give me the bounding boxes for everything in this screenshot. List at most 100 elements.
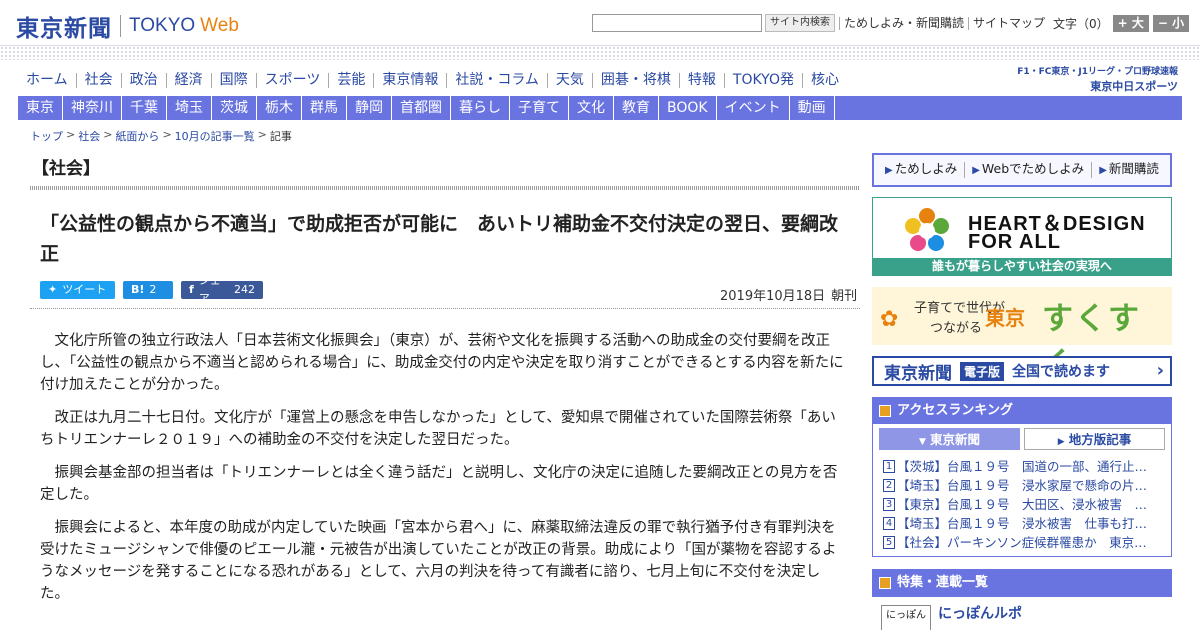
feature-series-header: 特集・連載一覧 xyxy=(873,570,1171,596)
subnav-item-kyoiku[interactable]: 教育 xyxy=(614,96,659,120)
subnav-item-tochigi[interactable]: 栃木 xyxy=(257,96,302,120)
header-dot-pattern xyxy=(0,46,1200,60)
list-item[interactable]: 1 【茨城】台風１９号 国道の一部、通行止… xyxy=(883,457,1163,476)
text-size-label: 文字（0） xyxy=(1053,16,1109,31)
breadcrumb-current: 記事 xyxy=(269,130,292,143)
rank-number: 5 xyxy=(883,536,895,549)
nav-item-sports[interactable]: スポーツ xyxy=(255,72,329,88)
subnav-item-chiba[interactable]: 千葉 xyxy=(122,96,167,120)
nav-item-tokyo-hatsu[interactable]: TOKYO発 xyxy=(723,72,802,88)
search-input[interactable] xyxy=(592,14,762,32)
section-title: 【社会】 xyxy=(32,159,100,179)
digital-edition-banner[interactable]: 東京新聞 電子版 全国で読めます › xyxy=(872,356,1172,386)
subnav-item-shutoken[interactable]: 首都圏 xyxy=(392,96,451,120)
text-size-down-button[interactable]: − 小 xyxy=(1152,14,1190,32)
nippon-ruporu-link[interactable]: にっぽんルポ xyxy=(938,603,1022,623)
ranking-tabs: ▼ 東京新聞 ▶ 地方版記事 xyxy=(873,424,1171,450)
subnav-item-book[interactable]: BOOK xyxy=(659,96,717,120)
rank-link[interactable]: 【茨城】台風１９号 国道の一部、通行止… xyxy=(897,457,1147,476)
rank-number: 2 xyxy=(883,479,895,492)
facebook-share-button[interactable]: f シェア 242 xyxy=(181,274,263,305)
sub-nav: 東京 神奈川 千葉 埼玉 茨城 栃木 群馬 静岡 首都圏 暮らし 子育て 文化 … xyxy=(18,96,1182,120)
subnav-item-bunka[interactable]: 文化 xyxy=(569,96,614,120)
heart-design-banner[interactable]: HEART＆DESIGN FOR ALL 誰もが暮らしやすい社会の実現へ xyxy=(872,197,1172,276)
facebook-f-icon: f xyxy=(189,283,194,296)
site-logo[interactable]: 東京新聞 TOKYO Web xyxy=(16,9,239,43)
digital-edition-text: 全国で読めます xyxy=(1012,364,1111,380)
sitemap-link[interactable]: サイトマップ xyxy=(968,16,1049,30)
list-item[interactable]: 2 【埼玉】台風１９号 浸水家屋で懸命の片… xyxy=(883,476,1163,495)
tokyo-sukusuku-banner[interactable]: ✿ 子育てで世代が つながる 東京 すくすく xyxy=(872,287,1172,382)
tweet-button[interactable]: ✦ ツイート xyxy=(40,281,115,299)
logo-web[interactable]: Web xyxy=(200,15,239,37)
triangle-right-icon: ▶ xyxy=(1057,437,1065,447)
rank-link[interactable]: 【東京】台風１９号 大田区、浸水被害 … xyxy=(897,495,1147,514)
facebook-share-label: シェア xyxy=(198,274,221,305)
nav-item-international[interactable]: 国際 xyxy=(210,72,256,88)
rank-link[interactable]: 【埼玉】台風１９号 浸水家屋で懸命の片… xyxy=(897,476,1147,495)
nav-item-home[interactable]: ホーム xyxy=(18,72,76,88)
list-item[interactable]: 5 【社会】パーキンソン症候群罹患か 東京… xyxy=(883,533,1163,552)
nippon-ruporu-thumbnail[interactable]: にっぽん xyxy=(881,605,931,630)
subnav-item-tokyo[interactable]: 東京 xyxy=(18,96,63,120)
nav-item-tokuho[interactable]: 特報 xyxy=(678,72,724,88)
nav-item-society[interactable]: 社会 xyxy=(75,72,121,88)
subnav-item-kanagawa[interactable]: 神奈川 xyxy=(63,96,122,120)
access-ranking-title: アクセスランキング xyxy=(897,403,1013,418)
tulip-icon: ✿ xyxy=(880,307,899,332)
tab-regional[interactable]: ▶ 地方版記事 xyxy=(1024,428,1165,450)
digital-edition-logo: 東京新聞 xyxy=(884,363,952,384)
tab-regional-label: 地方版記事 xyxy=(1068,432,1132,447)
promo-trial-link[interactable]: ▶ ためしよみ xyxy=(878,161,966,178)
subnav-item-kosodate[interactable]: 子育て xyxy=(510,96,569,120)
main-nav: ホーム 社会 政治 経済 国際 スポーツ 芸能 東京情報 社説・コラム 天気 囲… xyxy=(18,68,847,92)
nav-item-go-shogi[interactable]: 囲碁・将棋 xyxy=(591,72,679,88)
trial-subscribe-link[interactable]: ためしよみ・新聞購読 xyxy=(839,16,968,30)
subnav-item-shizuoka[interactable]: 静岡 xyxy=(347,96,392,120)
search-button[interactable]: サイト内検索 xyxy=(765,14,835,32)
nav-item-entertainment[interactable]: 芸能 xyxy=(328,72,373,88)
facebook-share-count: 242 xyxy=(234,283,255,296)
logo-tokyo[interactable]: TOKYO xyxy=(129,15,195,37)
nav-item-kakushin[interactable]: 核心 xyxy=(801,72,847,88)
text-size-up-button[interactable]: + 大 xyxy=(1112,14,1149,32)
tab-tokyo-shimbun[interactable]: ▼ 東京新聞 xyxy=(879,428,1020,450)
hatena-b-icon: B! xyxy=(131,283,145,296)
rank-link[interactable]: 【埼玉】台風１９号 浸水被害 仕事も打… xyxy=(897,514,1147,533)
nav-item-economy[interactable]: 経済 xyxy=(165,72,211,88)
square-bullet-icon xyxy=(879,405,891,417)
breadcrumb-shimen[interactable]: 紙面から xyxy=(115,128,159,144)
hatena-bookmark-button[interactable]: B! 2 xyxy=(123,281,173,299)
rank-number: 4 xyxy=(883,517,895,530)
nav-item-weather[interactable]: 天気 xyxy=(546,72,592,88)
subnav-item-event[interactable]: イベント xyxy=(717,96,790,120)
site-header: 東京新聞 TOKYO Web サイト内検索 ためしよみ・新聞購読 サイトマップ … xyxy=(0,0,1200,46)
chunichi-sports-link[interactable]: F1・FC東京・J1リーグ・プロ野球速報 東京中日スポーツ xyxy=(1010,64,1178,94)
nav-item-editorial[interactable]: 社説・コラム xyxy=(446,72,547,88)
promo-web-trial-link[interactable]: ▶ Webでためしよみ xyxy=(965,162,1093,178)
feature-series-title: 特集・連載一覧 xyxy=(897,575,989,590)
list-item[interactable]: 3 【東京】台風１９号 大田区、浸水被害 … xyxy=(883,495,1163,514)
article-paragraph: 振興会によると、本年度の助成が内定していた映画「宮本から君へ」に、麻薬取締法違反… xyxy=(40,520,837,602)
promo-subscribe-link[interactable]: ▶ 新聞購読 xyxy=(1092,162,1166,178)
subscription-promo-bar: ▶ ためしよみ ▶ Webでためしよみ ▶ 新聞購読 xyxy=(872,153,1172,187)
rank-number: 1 xyxy=(883,460,895,473)
breadcrumb-society[interactable]: 社会 xyxy=(78,128,100,144)
rank-link[interactable]: 【社会】パーキンソン症候群罹患か 東京… xyxy=(897,533,1147,552)
hatena-count: 2 xyxy=(149,283,157,296)
logo-tokyo-shimbun[interactable]: 東京新聞 xyxy=(16,9,112,43)
breadcrumb-separator: > xyxy=(103,128,113,141)
access-ranking-header: アクセスランキング xyxy=(873,398,1171,424)
list-item[interactable]: 4 【埼玉】台風１９号 浸水被害 仕事も打… xyxy=(883,514,1163,533)
subnav-item-gunma[interactable]: 群馬 xyxy=(302,96,347,120)
breadcrumb-october-list[interactable]: 10月の記事一覧 xyxy=(175,128,255,144)
subnav-item-kurashi[interactable]: 暮らし xyxy=(451,96,510,120)
top-tools: サイト内検索 ためしよみ・新聞購読 サイトマップ 文字（0） + 大 − 小 xyxy=(592,14,1190,32)
nav-item-politics[interactable]: 政治 xyxy=(120,72,166,88)
breadcrumb-top[interactable]: トップ xyxy=(30,128,63,144)
subnav-item-ibaraki[interactable]: 茨城 xyxy=(212,96,257,120)
subnav-item-saitama[interactable]: 埼玉 xyxy=(167,96,212,120)
subnav-item-video[interactable]: 動画 xyxy=(790,96,835,120)
promo-trial-label: ためしよみ xyxy=(894,161,958,176)
nav-item-tokyo-info[interactable]: 東京情報 xyxy=(373,72,446,88)
